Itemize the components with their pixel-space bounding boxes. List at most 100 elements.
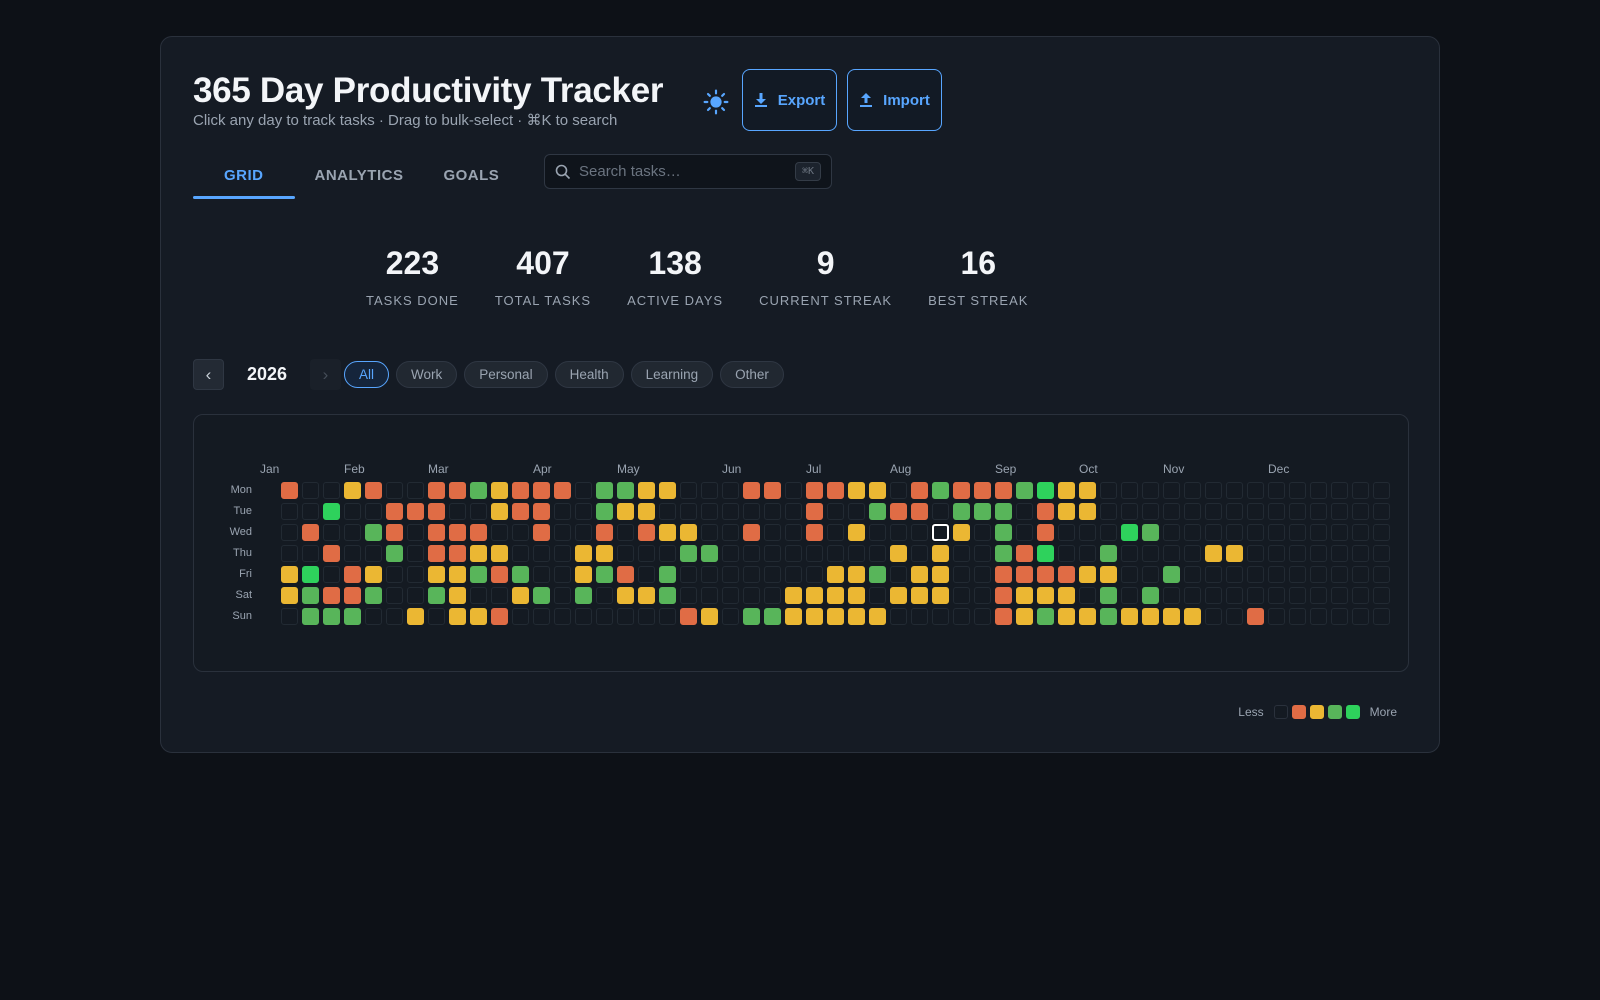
day-cell[interactable] [1352,587,1369,604]
export-button[interactable]: Export [742,69,837,131]
day-cell[interactable] [302,608,319,625]
day-cell[interactable] [932,503,949,520]
day-cell[interactable] [575,587,592,604]
day-cell[interactable] [1121,587,1138,604]
day-cell[interactable] [428,566,445,583]
filter-chip-learning[interactable]: Learning [630,361,714,388]
day-cell[interactable] [428,545,445,562]
filter-chip-health[interactable]: Health [554,361,624,388]
day-cell[interactable] [512,482,529,499]
tab-goals[interactable]: GOALS [423,153,519,197]
theme-toggle-button[interactable] [695,81,737,123]
day-cell[interactable] [890,587,907,604]
day-cell[interactable] [680,524,697,541]
day-cell[interactable] [407,524,424,541]
day-cell[interactable] [386,566,403,583]
day-cell[interactable] [827,566,844,583]
day-cell[interactable] [1121,503,1138,520]
day-cell[interactable] [995,566,1012,583]
day-cell[interactable] [323,524,340,541]
day-cell[interactable] [869,608,886,625]
day-cell[interactable] [1205,524,1222,541]
day-cell[interactable] [890,566,907,583]
day-cell[interactable] [428,608,445,625]
day-cell[interactable] [848,524,865,541]
day-cell[interactable] [344,503,361,520]
day-cell[interactable] [722,482,739,499]
day-cell[interactable] [617,587,634,604]
day-cell[interactable] [953,587,970,604]
day-cell[interactable] [554,545,571,562]
day-cell[interactable] [1310,566,1327,583]
day-cell[interactable] [1226,524,1243,541]
day-cell[interactable] [827,503,844,520]
day-cell[interactable] [1184,482,1201,499]
day-cell[interactable] [1079,503,1096,520]
day-cell[interactable] [386,503,403,520]
day-cell[interactable] [806,524,823,541]
day-cell[interactable] [596,566,613,583]
day-cell[interactable] [1100,545,1117,562]
day-cell[interactable] [911,503,928,520]
day-cell[interactable] [491,566,508,583]
day-cell[interactable] [827,608,844,625]
day-cell[interactable] [1226,608,1243,625]
day-cell[interactable] [1037,524,1054,541]
day-cell[interactable] [449,566,466,583]
day-cell[interactable] [785,524,802,541]
day-cell[interactable] [428,587,445,604]
day-cell[interactable] [1100,482,1117,499]
day-cell[interactable] [680,587,697,604]
day-cell[interactable] [491,608,508,625]
day-cell[interactable] [743,545,760,562]
day-cell[interactable] [1310,608,1327,625]
day-cell[interactable] [1163,545,1180,562]
day-cell[interactable] [1205,503,1222,520]
day-cell[interactable] [848,608,865,625]
day-cell[interactable] [1331,482,1348,499]
day-cell[interactable] [1163,587,1180,604]
day-cell[interactable] [533,482,550,499]
day-cell[interactable] [764,587,781,604]
day-cell[interactable] [995,482,1012,499]
day-cell[interactable] [554,503,571,520]
day-cell[interactable] [764,482,781,499]
day-cell[interactable] [1289,503,1306,520]
day-cell[interactable] [617,503,634,520]
day-cell[interactable] [932,545,949,562]
day-cell[interactable] [1058,482,1075,499]
day-cell[interactable] [1373,608,1390,625]
day-cell[interactable] [701,482,718,499]
day-cell[interactable] [554,608,571,625]
day-cell[interactable] [827,587,844,604]
day-cell[interactable] [1163,608,1180,625]
day-cell[interactable] [1373,503,1390,520]
day-cell[interactable] [302,587,319,604]
day-cell[interactable] [1247,608,1264,625]
day-cell[interactable] [869,524,886,541]
day-cell[interactable] [659,545,676,562]
day-cell[interactable] [701,566,718,583]
day-cell[interactable] [680,566,697,583]
day-cell[interactable] [407,503,424,520]
day-cell[interactable] [1163,524,1180,541]
day-cell[interactable] [659,482,676,499]
day-cell[interactable] [701,524,718,541]
day-cell[interactable] [743,587,760,604]
day-cell[interactable] [953,545,970,562]
day-cell[interactable] [659,524,676,541]
day-cell[interactable] [1373,524,1390,541]
day-cell[interactable] [470,587,487,604]
day-cell[interactable] [932,587,949,604]
day-cell[interactable] [344,524,361,541]
day-cell[interactable] [1310,482,1327,499]
search-input[interactable] [579,163,787,180]
day-cell[interactable] [1079,608,1096,625]
day-cell[interactable] [470,566,487,583]
day-cell[interactable] [281,566,298,583]
day-cell[interactable] [785,587,802,604]
day-cell[interactable] [869,545,886,562]
day-cell[interactable] [1184,587,1201,604]
filter-chip-work[interactable]: Work [396,361,458,388]
day-cell[interactable] [617,545,634,562]
